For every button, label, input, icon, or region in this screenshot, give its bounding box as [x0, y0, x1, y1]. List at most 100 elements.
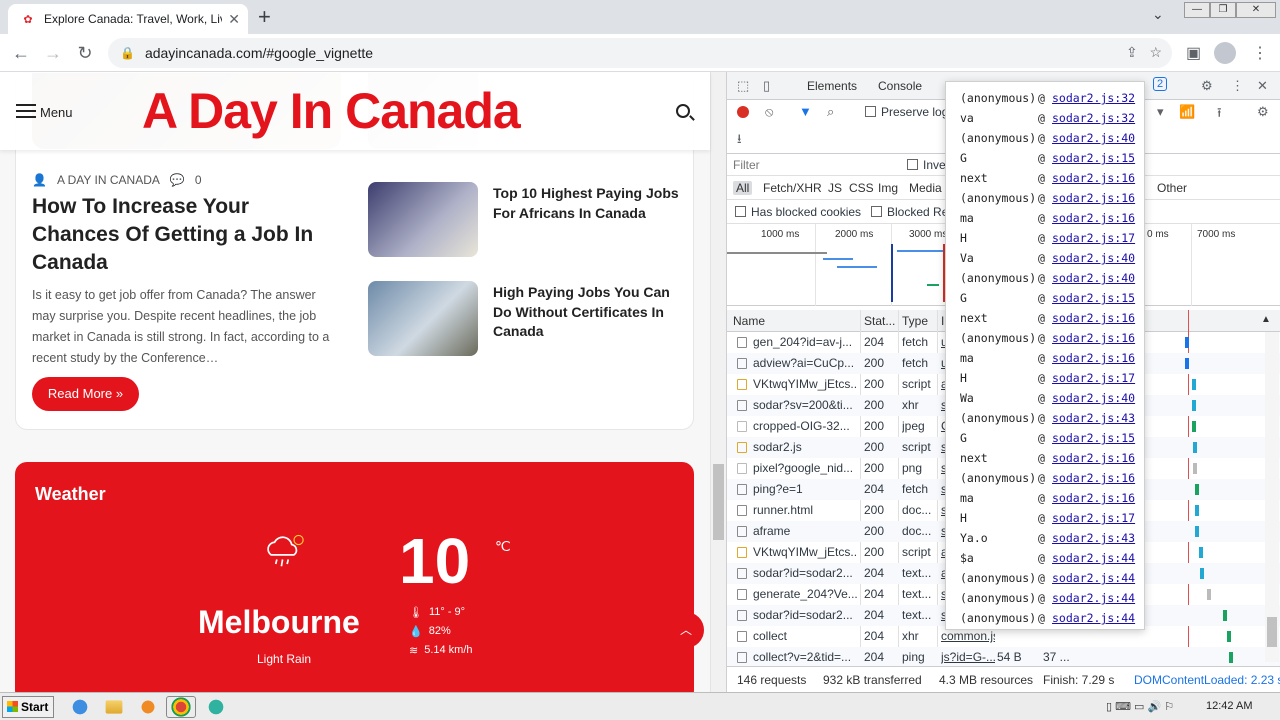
media-player-icon[interactable]: [134, 696, 162, 718]
stack-source-link[interactable]: sodar2.js:17: [1052, 368, 1135, 388]
issues-badge[interactable]: 2: [1153, 77, 1168, 91]
type-img[interactable]: Img: [878, 181, 898, 195]
side-panel-icon[interactable]: ▣: [1186, 43, 1201, 63]
scroll-to-top-button[interactable]: ︿: [668, 612, 704, 648]
filter-funnel-icon[interactable]: ▼: [799, 104, 812, 119]
stack-source-link[interactable]: sodar2.js:16: [1052, 168, 1135, 188]
stack-source-link[interactable]: sodar2.js:40: [1052, 268, 1135, 288]
network-conditions-icon[interactable]: 📶: [1179, 104, 1195, 120]
stack-source-link[interactable]: sodar2.js:32: [1052, 88, 1135, 108]
profile-avatar[interactable]: [1214, 42, 1236, 64]
checkbox-box[interactable]: [871, 206, 882, 217]
kebab-menu-icon[interactable]: ⋮: [1252, 43, 1268, 63]
side-post-title[interactable]: High Paying Jobs You Can Do Without Cert…: [493, 283, 683, 342]
more-options-icon[interactable]: ⋮: [1231, 78, 1244, 94]
tab-search-chevron-icon[interactable]: ⌄: [1152, 6, 1164, 23]
blocked-requests-checkbox[interactable]: Blocked Re: [871, 205, 948, 219]
request-row[interactable]: collect?v=2&tid=... 204 ping js?id=G-... 54 …: [727, 647, 1280, 668]
stack-source-link[interactable]: sodar2.js:40: [1052, 128, 1135, 148]
checkbox-box[interactable]: [865, 106, 876, 117]
preserve-log-checkbox[interactable]: Preserve log: [865, 105, 948, 119]
checkbox-box[interactable]: [907, 159, 918, 170]
close-devtools-icon[interactable]: ✕: [1257, 78, 1268, 94]
type-fetch-xhr[interactable]: Fetch/XHR: [763, 181, 822, 195]
minimize-button[interactable]: —: [1184, 2, 1210, 18]
stack-source-link[interactable]: sodar2.js:40: [1052, 248, 1135, 268]
requests-scrollbar-thumb[interactable]: [1267, 617, 1277, 647]
stack-source-link[interactable]: sodar2.js:40: [1052, 388, 1135, 408]
requests-scrollbar[interactable]: [1265, 332, 1279, 662]
tab-elements[interactable]: Elements: [807, 79, 857, 93]
stack-source-link[interactable]: sodar2.js:16: [1052, 308, 1135, 328]
stack-source-link[interactable]: sodar2.js:44: [1052, 548, 1135, 568]
export-har-icon[interactable]: ⭳: [737, 130, 742, 152]
stack-source-link[interactable]: sodar2.js:15: [1052, 288, 1135, 308]
tab-close-icon[interactable]: ✕: [228, 11, 240, 28]
address-bar[interactable]: 🔒 adayincanada.com/#google_vignette ⇪ ☆: [108, 38, 1172, 68]
settings-gear-icon[interactable]: ⚙: [1201, 78, 1213, 94]
device-toolbar-icon[interactable]: ▯: [763, 78, 770, 94]
invert-checkbox[interactable]: Inve: [907, 158, 946, 172]
start-button[interactable]: Start: [2, 696, 54, 718]
stack-source-link[interactable]: sodar2.js:17: [1052, 508, 1135, 528]
browser-tab[interactable]: ✿ Explore Canada: Travel, Work, Live, ✕: [8, 4, 248, 34]
stack-source-link[interactable]: sodar2.js:15: [1052, 428, 1135, 448]
share-and-bookmark-icons[interactable]: ⇪ ☆: [1126, 44, 1162, 61]
type-css[interactable]: CSS: [849, 181, 874, 195]
close-window-button[interactable]: ✕: [1236, 2, 1276, 18]
side-post-item[interactable]: High Paying Jobs You Can Do Without Cert…: [368, 281, 688, 357]
column-status[interactable]: Stat...: [864, 314, 895, 328]
reload-icon[interactable]: ↻: [74, 42, 96, 64]
stack-source-link[interactable]: sodar2.js:16: [1052, 328, 1135, 348]
stack-source-link[interactable]: sodar2.js:16: [1052, 448, 1135, 468]
clear-icon[interactable]: ⦸: [765, 104, 773, 120]
post-title[interactable]: How To Increase Your Chances Of Getting …: [32, 193, 342, 277]
stack-source-link[interactable]: sodar2.js:16: [1052, 188, 1135, 208]
type-other[interactable]: Other: [1157, 181, 1187, 195]
file-explorer-icon[interactable]: [105, 700, 123, 714]
stack-source-link[interactable]: sodar2.js:16: [1052, 468, 1135, 488]
type-all[interactable]: All: [733, 181, 753, 195]
column-initiator[interactable]: I: [941, 314, 944, 328]
forward-arrow-icon[interactable]: →: [42, 42, 64, 64]
search-icon[interactable]: ⌕: [827, 104, 834, 120]
side-post-item[interactable]: Top 10 Highest Paying Jobs For Africans …: [368, 182, 688, 258]
network-settings-gear-icon[interactable]: ⚙: [1257, 104, 1269, 120]
sort-up-icon[interactable]: ▲: [1261, 314, 1271, 325]
filter-input[interactable]: Filter: [733, 158, 760, 172]
lock-icon[interactable]: 🔒: [120, 46, 135, 60]
stack-source-link[interactable]: sodar2.js:16: [1052, 488, 1135, 508]
side-post-thumbnail[interactable]: [368, 281, 478, 356]
post-author[interactable]: A DAY IN CANADA: [57, 173, 160, 187]
comment-count[interactable]: 0: [195, 173, 202, 187]
stack-source-link[interactable]: sodar2.js:44: [1052, 588, 1135, 608]
new-tab-button[interactable]: +: [258, 6, 271, 28]
stack-source-link[interactable]: sodar2.js:32: [1052, 108, 1135, 128]
throttling-dropdown-icon[interactable]: ▾: [1157, 104, 1164, 120]
import-har-icon[interactable]: ⭱: [1217, 104, 1222, 126]
stack-source-link[interactable]: sodar2.js:44: [1052, 568, 1135, 588]
edge-icon[interactable]: [202, 696, 230, 718]
page-scrollbar[interactable]: [710, 72, 726, 692]
type-js[interactable]: JS: [828, 181, 842, 195]
stack-source-link[interactable]: sodar2.js:16: [1052, 348, 1135, 368]
side-post-thumbnail[interactable]: [368, 182, 478, 257]
request-initiator[interactable]: js?id=G-...: [941, 650, 995, 664]
maximize-button[interactable]: ❐: [1210, 2, 1236, 18]
stack-source-link[interactable]: sodar2.js:44: [1052, 608, 1135, 628]
tab-console[interactable]: Console: [878, 79, 922, 93]
request-initiator[interactable]: common.js: [941, 629, 995, 643]
column-name[interactable]: Name: [733, 314, 765, 328]
checkbox-box[interactable]: [735, 206, 746, 217]
internet-explorer-icon[interactable]: [66, 696, 94, 718]
site-logo[interactable]: A Day In Canada: [142, 82, 521, 140]
chrome-icon[interactable]: [166, 696, 196, 718]
blocked-cookies-checkbox[interactable]: Has blocked cookies: [735, 205, 861, 219]
stack-source-link[interactable]: sodar2.js:17: [1052, 228, 1135, 248]
inspect-element-icon[interactable]: ⬚: [737, 78, 749, 94]
stack-source-link[interactable]: sodar2.js:43: [1052, 408, 1135, 428]
stack-source-link[interactable]: sodar2.js:43: [1052, 528, 1135, 548]
type-media[interactable]: Media: [909, 181, 942, 195]
record-icon[interactable]: [737, 106, 749, 118]
search-icon[interactable]: [676, 104, 690, 118]
